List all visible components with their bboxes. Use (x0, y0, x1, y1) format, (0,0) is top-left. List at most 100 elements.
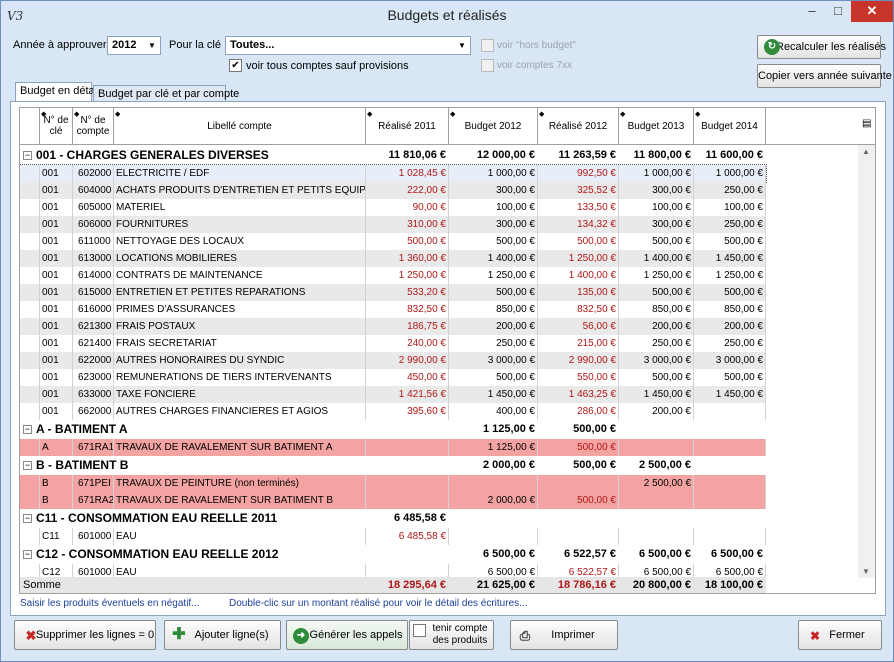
table-row[interactable]: 001 623000 REMUNERATIONS DE TIERS INTERVEN… (20, 369, 766, 386)
cell-b2014[interactable]: 250,00 € (694, 335, 763, 352)
cell-libelle[interactable]: TRAVAUX DE PEINTURE (non terminés) (116, 475, 366, 492)
cell-compte[interactable]: 604000 (78, 182, 114, 199)
cell-b2014[interactable]: 3 000,00 € (694, 352, 763, 369)
cell-r2012[interactable]: 215,00 € (538, 335, 616, 352)
cell-b2012[interactable]: 200,00 € (449, 318, 535, 335)
key-select[interactable]: Toutes... ▼ (225, 36, 471, 55)
cell-r2012[interactable]: 500,00 € (538, 492, 616, 509)
cell-r2011[interactable]: 1 028,45 € (366, 165, 446, 182)
cell-compte[interactable]: 622000 (78, 352, 114, 369)
cell-r2011[interactable]: 2 990,00 € (366, 352, 446, 369)
cell-b2014[interactable]: 250,00 € (694, 216, 763, 233)
cell-r2011[interactable]: 533,20 € (366, 284, 446, 301)
cell-compte[interactable]: 614000 (78, 267, 114, 284)
cell-libelle[interactable]: CONTRATS DE MAINTENANCE (116, 267, 366, 284)
cell-compte[interactable]: 602000 (78, 165, 114, 182)
cell-b2013[interactable]: 100,00 € (619, 199, 691, 216)
cell-b2013[interactable]: 500,00 € (619, 369, 691, 386)
table-row[interactable]: 001 602000 ELECTRICITE / EDF 1 028,45 € 1 00… (20, 164, 767, 183)
fermer-button[interactable]: ✖ Fermer (798, 620, 882, 650)
cell-compte[interactable]: 601000 (78, 528, 114, 545)
cell-compte[interactable]: 623000 (78, 369, 114, 386)
cell-r2011[interactable]: 450,00 € (366, 369, 446, 386)
table-row[interactable]: B 671RA2 TRAVAUX DE RAVALEMENT SUR BATIMEN… (20, 492, 766, 509)
collapse-icon[interactable]: − (23, 514, 32, 523)
cell-b2014[interactable]: 500,00 € (694, 369, 763, 386)
cell-r2012[interactable]: 286,00 € (538, 403, 616, 420)
minimize-button[interactable]: – (799, 1, 825, 22)
cell-b2013[interactable] (619, 528, 691, 545)
vertical-scrollbar[interactable]: ▲ ▼ (858, 145, 875, 578)
cell-cle[interactable]: A (42, 439, 72, 456)
cell-cle[interactable]: 001 (42, 369, 72, 386)
cell-b2013[interactable] (619, 439, 691, 456)
cell-libelle[interactable]: FRAIS POSTAUX (116, 318, 366, 335)
cell-r2012[interactable]: 500,00 € (538, 233, 616, 250)
cell-b2013[interactable]: 2 500,00 € (619, 475, 691, 492)
cell-cle[interactable]: B (42, 475, 72, 492)
cell-r2012[interactable]: 992,50 € (538, 165, 616, 182)
header-cle[interactable]: ◆ N° de clé (40, 108, 73, 144)
cell-b2013[interactable]: 200,00 € (619, 403, 691, 420)
cell-cle[interactable]: C11 (42, 528, 72, 545)
cell-r2012[interactable]: 550,00 € (538, 369, 616, 386)
table-row[interactable]: 001 621300 FRAIS POSTAUX 186,75 €200,00 €56… (20, 318, 766, 335)
cell-r2012[interactable] (538, 475, 616, 492)
header-budget-2014[interactable]: ◆ Budget 2014 (694, 108, 766, 144)
cell-b2013[interactable]: 300,00 € (619, 216, 691, 233)
cell-b2014[interactable]: 1 000,00 € (694, 165, 763, 182)
cell-b2014[interactable]: 100,00 € (694, 199, 763, 216)
cell-cle[interactable]: 001 (42, 386, 72, 403)
cell-r2012[interactable]: 1 400,00 € (538, 267, 616, 284)
cell-b2013[interactable]: 1 000,00 € (619, 165, 691, 182)
recalc-button[interactable]: ↻ Recalculer les réalisés (757, 35, 886, 59)
table-row[interactable]: B 671PEI TRAVAUX DE PEINTURE (non terminés… (20, 475, 766, 492)
cell-r2012[interactable]: 1 463,25 € (538, 386, 616, 403)
cell-libelle[interactable]: TRAVAUX DE RAVALEMENT SUR BATIMENT A (116, 439, 366, 456)
cell-b2012[interactable]: 1 250,00 € (449, 267, 535, 284)
group-header-row[interactable]: − C12 - CONSOMMATION EAU REELLE 2012 6 500… (20, 545, 766, 564)
column-chooser-icon[interactable]: ▤ (862, 118, 871, 129)
cell-compte[interactable]: 606000 (78, 216, 114, 233)
table-row[interactable]: 001 622000 AUTRES HONORAIRES DU SYNDIC 2 99… (20, 352, 766, 369)
cell-r2011[interactable]: 832,50 € (366, 301, 446, 318)
cell-b2014[interactable]: 1 250,00 € (694, 267, 763, 284)
cell-libelle[interactable]: LOCATIONS MOBILIERES (116, 250, 366, 267)
cell-libelle[interactable]: REMUNERATIONS DE TIERS INTERVENANTS (116, 369, 366, 386)
cell-r2012[interactable]: 135,00 € (538, 284, 616, 301)
cell-r2011[interactable] (366, 475, 446, 492)
table-row[interactable]: A 671RA1 TRAVAUX DE RAVALEMENT SUR BATIMEN… (20, 439, 766, 456)
cell-r2012[interactable]: 325,52 € (538, 182, 616, 199)
cell-cle[interactable]: 001 (42, 301, 72, 318)
cell-libelle[interactable]: NETTOYAGE DES LOCAUX (116, 233, 366, 250)
cell-cle[interactable]: 001 (42, 216, 72, 233)
cell-b2014[interactable] (694, 439, 763, 456)
cell-b2012[interactable]: 500,00 € (449, 233, 535, 250)
cell-r2011[interactable]: 6 485,58 € (366, 528, 446, 545)
cell-compte[interactable]: 671RA2 (78, 492, 114, 509)
cell-cle[interactable]: 001 (42, 318, 72, 335)
cell-r2012[interactable]: 500,00 € (538, 439, 616, 456)
table-row[interactable]: 001 662000 AUTRES CHARGES FINANCIERES ET A… (20, 403, 766, 420)
generate-calls-button[interactable]: ➜ Générer les appels (286, 620, 408, 650)
cell-r2011[interactable]: 240,00 € (366, 335, 446, 352)
cell-compte[interactable]: 613000 (78, 250, 114, 267)
cell-compte[interactable]: 671RA1 (78, 439, 114, 456)
cell-r2011[interactable]: 186,75 € (366, 318, 446, 335)
cell-libelle[interactable]: ELECTRICITE / EDF (116, 165, 366, 182)
cell-r2011[interactable]: 500,00 € (366, 233, 446, 250)
hors-budget-checkbox[interactable] (481, 39, 494, 52)
cell-r2012[interactable]: 1 250,00 € (538, 250, 616, 267)
cell-cle[interactable]: 001 (42, 199, 72, 216)
collapse-icon[interactable]: − (23, 151, 32, 160)
cell-b2012[interactable]: 500,00 € (449, 284, 535, 301)
add-lines-button[interactable]: ✚ Ajouter ligne(s) (164, 620, 281, 650)
cell-r2011[interactable]: 90,00 € (366, 199, 446, 216)
cell-b2013[interactable]: 1 400,00 € (619, 250, 691, 267)
header-budget-2012[interactable]: ◆ Budget 2012 (449, 108, 538, 144)
cell-cle[interactable]: 001 (42, 165, 72, 182)
cell-libelle[interactable]: ENTRETIEN ET PETITES REPARATIONS (116, 284, 366, 301)
cell-b2012[interactable]: 3 000,00 € (449, 352, 535, 369)
table-row[interactable]: 001 615000 ENTRETIEN ET PETITES REPARATION… (20, 284, 766, 301)
cell-compte[interactable]: 621300 (78, 318, 114, 335)
